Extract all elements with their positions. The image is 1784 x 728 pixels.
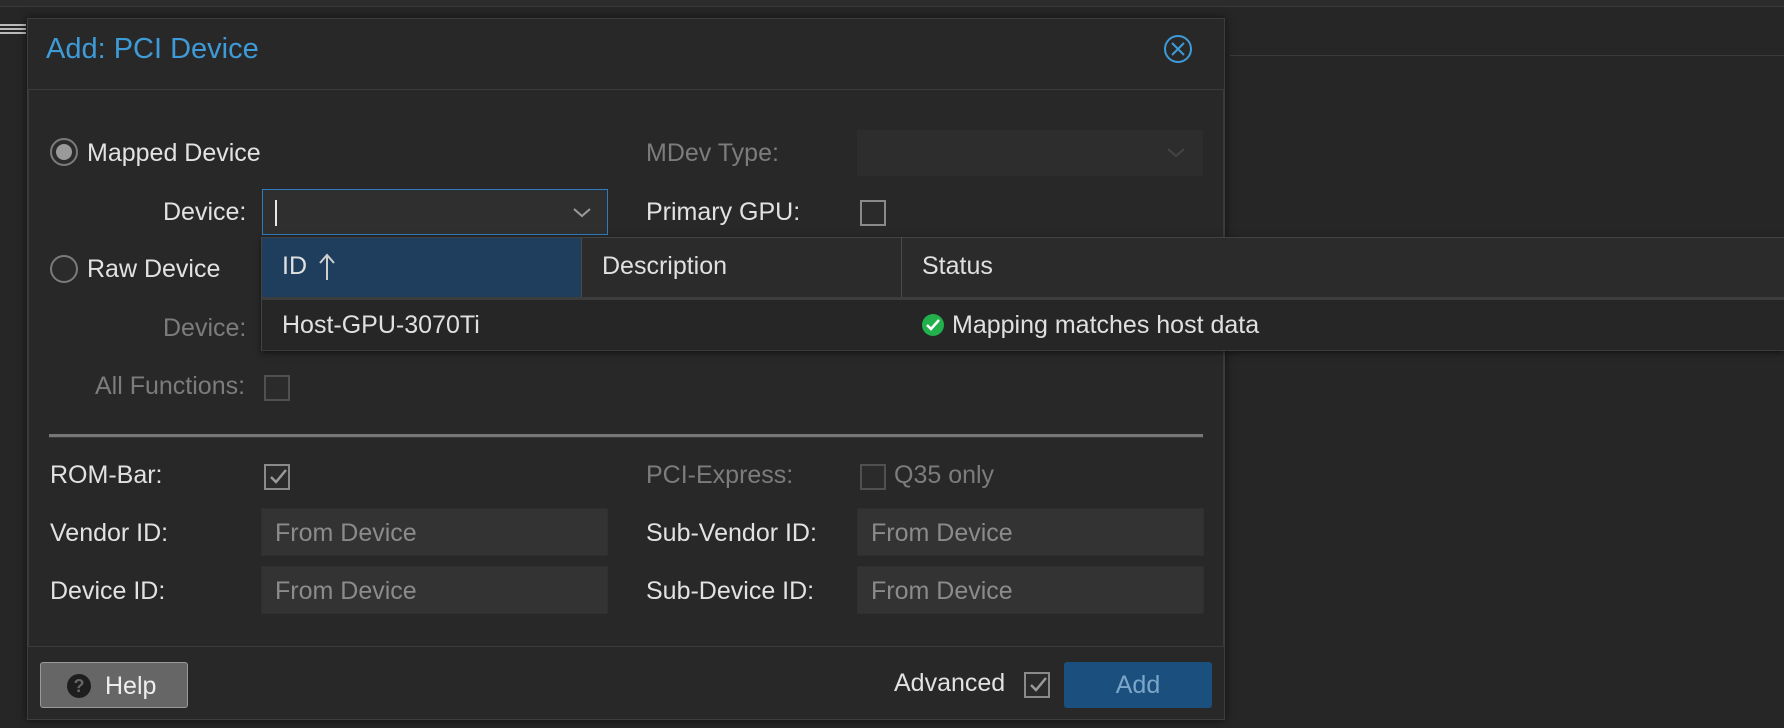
pci-express-checkbox[interactable] [860, 464, 886, 490]
mapped-device-radio[interactable] [50, 138, 78, 166]
device-id-placeholder: From Device [275, 577, 417, 605]
check-icon [1030, 677, 1047, 692]
primary-gpu-label: Primary GPU: [646, 198, 801, 226]
rom-bar-label: ROM-Bar: [50, 461, 163, 489]
rom-bar-checkbox[interactable] [264, 464, 290, 490]
raw-device-label: Raw Device [87, 255, 221, 283]
pci-express-label: PCI-Express: [646, 461, 794, 489]
help-button[interactable]: ? Help [40, 662, 188, 708]
grid-header: ID Description Status [262, 238, 1784, 300]
sub-device-id-label: Sub-Device ID: [646, 577, 815, 605]
sub-device-id-placeholder: From Device [871, 577, 1013, 605]
sub-device-id-input[interactable]: From Device [857, 566, 1204, 614]
column-header-description[interactable]: Description [582, 238, 902, 297]
background-toolbar [0, 0, 1784, 7]
chevron-down-icon[interactable] [573, 208, 591, 218]
dialog-title: Add: PCI Device [46, 33, 259, 65]
column-header-description-label: Description [602, 252, 728, 280]
check-circle-icon [922, 314, 944, 336]
help-label: Help [105, 672, 157, 700]
device-label: Device: [163, 198, 247, 226]
sort-ascending-icon [319, 253, 335, 280]
vendor-id-placeholder: From Device [275, 519, 417, 547]
text-cursor [275, 200, 277, 226]
raw-device-field-label: Device: [163, 314, 247, 342]
sub-vendor-id-label: Sub-Vendor ID: [646, 519, 817, 547]
background-divider [1230, 55, 1784, 56]
vendor-id-label: Vendor ID: [50, 519, 169, 547]
column-header-id-label: ID [282, 252, 307, 280]
advanced-checkbox[interactable] [1024, 672, 1050, 698]
row-status-cell: Mapping matches host data [952, 311, 1260, 339]
q35-only-label: Q35 only [894, 461, 995, 489]
mdev-type-label: MDev Type: [646, 139, 779, 167]
list-icon[interactable] [0, 22, 26, 36]
device-id-input[interactable]: From Device [261, 566, 608, 614]
add-label: Add [1115, 671, 1161, 699]
sub-vendor-id-placeholder: From Device [871, 519, 1013, 547]
advanced-label: Advanced [894, 669, 1006, 697]
all-functions-label: All Functions: [95, 372, 246, 400]
mapped-device-label: Mapped Device [87, 139, 261, 167]
device-combobox[interactable] [262, 189, 608, 235]
add-button[interactable]: Add [1064, 662, 1212, 708]
all-functions-checkbox[interactable] [264, 375, 290, 401]
check-icon [270, 469, 287, 484]
device-dropdown-grid: ID Description Status Host-GPU-3070Ti Ma… [261, 237, 1784, 351]
table-row[interactable]: Host-GPU-3070Ti Mapping matches host dat… [262, 300, 1784, 351]
footer-divider [28, 646, 1224, 647]
column-header-id[interactable]: ID [262, 238, 582, 297]
section-divider [49, 434, 1203, 438]
mdev-type-combobox[interactable] [857, 130, 1203, 176]
column-header-status[interactable]: Status [902, 238, 1784, 297]
row-id-cell: Host-GPU-3070Ti [282, 311, 480, 339]
device-id-label: Device ID: [50, 577, 166, 605]
question-circle-icon: ? [67, 674, 91, 698]
raw-device-radio[interactable] [50, 255, 78, 283]
close-icon[interactable] [1164, 35, 1192, 63]
column-header-status-label: Status [922, 252, 993, 280]
vendor-id-input[interactable]: From Device [261, 508, 608, 556]
add-pci-device-dialog: Add: PCI Device Mapped Device Device: Ra… [27, 18, 1225, 720]
sub-vendor-id-input[interactable]: From Device [857, 508, 1204, 556]
chevron-down-icon [1167, 148, 1185, 158]
primary-gpu-checkbox[interactable] [860, 200, 886, 226]
